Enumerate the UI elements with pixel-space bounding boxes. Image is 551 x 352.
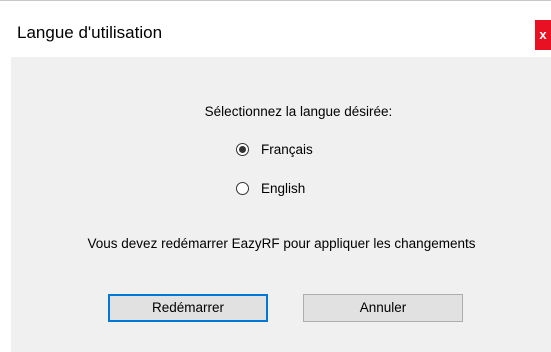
language-dialog-window: Langue d'utilisation x Sélectionnez la l… [0, 0, 551, 352]
radio-button-checked[interactable] [236, 142, 249, 156]
radio-option-english[interactable]: English [236, 178, 305, 198]
radio-button-unchecked[interactable] [236, 181, 249, 195]
close-button[interactable]: x [535, 20, 551, 50]
restart-button[interactable]: Redémarrer [108, 294, 268, 322]
radio-label-english[interactable]: English [261, 181, 305, 196]
window-title: Langue d'utilisation [17, 23, 163, 42]
radio-option-francais[interactable]: Français [236, 139, 313, 159]
dialog-body: Sélectionnez la langue désirée: Français… [11, 57, 551, 352]
language-prompt: Sélectionnez la langue désirée: [204, 104, 393, 119]
cancel-button[interactable]: Annuler [303, 294, 463, 322]
radio-label-francais[interactable]: Français [261, 142, 313, 157]
close-icon: x [539, 27, 547, 42]
title-bar[interactable]: Langue d'utilisation x [0, 1, 551, 57]
restart-notice: Vous devez redémarrer EazyRF pour appliq… [87, 236, 476, 251]
